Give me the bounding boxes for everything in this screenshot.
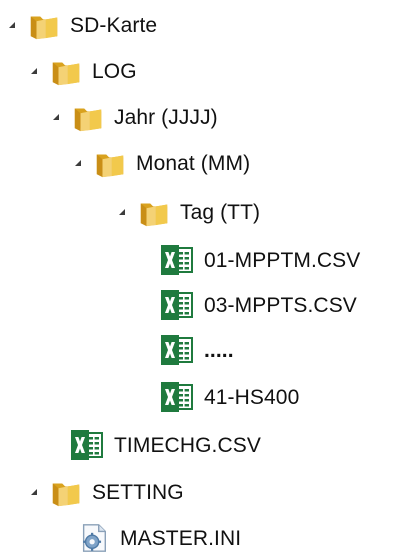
folder-icon [138,196,170,228]
tree-item-label: SETTING [92,480,184,504]
tree-item-file-01-mpptm[interactable]: 01-MPPTM.CSV [160,240,360,280]
folder-icon [50,55,82,87]
tree-item-label: Tag (TT) [180,200,261,224]
folder-icon [28,9,60,41]
tree-item-label: 03-MPPTS.CSV [204,293,357,317]
excel-icon [70,430,104,460]
tree-item-label: TIMECHG.CSV [114,433,261,457]
settings-file-icon [78,522,110,554]
tree-item-setting[interactable]: SETTING [26,472,184,512]
tree-item-file-master-ini[interactable]: MASTER.INI [78,518,241,558]
excel-icon [160,245,194,275]
excel-icon [160,335,194,365]
tree-item-monat[interactable]: Monat (MM) [70,143,250,183]
folder-icon [72,101,104,133]
expand-arrow-icon[interactable] [48,109,64,125]
tree-item-file-41-hs400[interactable]: 41-HS400 [160,377,299,417]
tree-item-label: 01-MPPTM.CSV [204,248,361,272]
excel-icon [160,290,194,320]
tree-item-label: 41-HS400 [204,385,300,409]
folder-icon [50,476,82,508]
expand-arrow-icon[interactable] [70,155,86,171]
expand-arrow-icon[interactable] [4,17,20,33]
tree-item-sd-karte[interactable]: SD-Karte [4,5,157,45]
tree-item-file-timechg[interactable]: TIMECHG.CSV [70,425,261,465]
tree-item-tag[interactable]: Tag (TT) [114,192,260,232]
tree-item-label: SD-Karte [70,13,158,37]
tree-item-file-03-mppts[interactable]: 03-MPPTS.CSV [160,285,357,325]
tree-item-file-more[interactable]: ..... [160,330,234,370]
tree-item-label: Jahr (JJJJ) [114,105,218,129]
folder-icon [94,147,126,179]
tree-item-label: ..... [204,338,234,362]
tree-item-label: MASTER.INI [120,526,242,550]
expand-arrow-icon[interactable] [26,63,42,79]
tree-item-log[interactable]: LOG [26,51,137,91]
tree-item-label: Monat (MM) [136,151,251,175]
file-tree: SD-Karte LOG Jahr (JJJJ) Monat (MM) Tag … [0,0,398,557]
tree-item-jahr[interactable]: Jahr (JJJJ) [48,97,218,137]
expand-arrow-icon[interactable] [26,484,42,500]
tree-item-label: LOG [92,59,137,83]
excel-icon [160,382,194,412]
expand-arrow-icon[interactable] [114,204,130,220]
